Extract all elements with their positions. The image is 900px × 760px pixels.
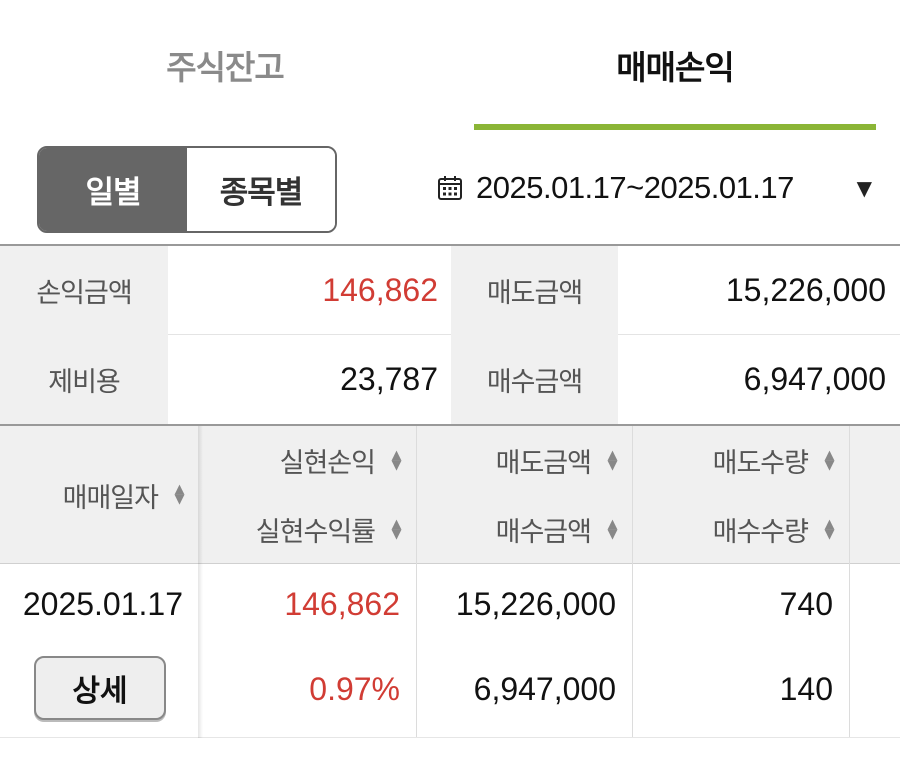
header-trade-date-label: 매매일자 <box>62 482 159 514</box>
top-tabs: 주식잔고 매매손익 <box>0 0 900 130</box>
header-buy-amount[interactable]: 매수금액 ▲ ▼ <box>417 495 619 564</box>
cell-sell-qty: 740 <box>779 585 833 622</box>
cell-realized-return: 0.97% <box>309 670 400 707</box>
header-sell-amount[interactable]: 매도금액 ▲ ▼ <box>417 426 619 495</box>
table-header: 매매일자 ▲ ▼ 실현손익 ▲ ▼ 실현수익률 ▲ ▼ 매도금액 ▲ ▼ 매수금액 ▲ ▼… <box>0 426 900 564</box>
header-sell-qty[interactable]: 매도수량 ▲ ▼ <box>633 426 836 495</box>
caret-down-icon[interactable]: ▼ <box>857 176 872 200</box>
date-range-selector[interactable]: 2025.01.17~2025.01.17 ▼ <box>436 160 886 216</box>
detail-button[interactable]: 상세 <box>34 656 166 720</box>
by-stock-toggle-button[interactable]: 종목별 <box>187 148 335 231</box>
cell-realized-pnl: 146,862 <box>284 585 400 622</box>
sort-icon: ▲ ▼ <box>391 447 402 473</box>
header-trade-date[interactable]: 매매일자 ▲ ▼ <box>0 426 186 564</box>
fees-value: 23,787 <box>340 361 438 397</box>
sell-amount-value: 15,226,000 <box>725 272 886 308</box>
header-realized-return[interactable]: 실현수익률 ▲ ▼ <box>203 495 403 564</box>
header-sell-amount-label: 매도금액 <box>495 448 592 479</box>
active-tab-indicator <box>474 124 876 130</box>
cell-sell-amount: 15,226,000 <box>455 585 616 622</box>
summary-panel: 손익금액 146,862 매도금액 15,226,000 제비용 23,787 … <box>0 244 900 424</box>
header-realized-return-label: 실현수익률 <box>255 517 376 548</box>
daily-toggle-button[interactable]: 일별 <box>39 148 187 231</box>
header-realized-pnl-label: 실현손익 <box>279 448 376 479</box>
summary-row: 손익금액 146,862 매도금액 15,226,000 <box>0 246 900 335</box>
frozen-column-shadow <box>198 426 203 738</box>
buy-amount-label: 매수금액 <box>451 335 618 424</box>
sort-icon: ▲ ▼ <box>824 447 835 473</box>
cell-buy-amount: 6,947,000 <box>473 670 616 707</box>
header-realized-pnl[interactable]: 실현손익 ▲ ▼ <box>203 426 403 495</box>
view-toggle: 일별 종목별 <box>37 146 337 233</box>
tab-trade-pnl[interactable]: 매매손익 <box>474 0 876 130</box>
sell-amount-label: 매도금액 <box>451 246 618 335</box>
buy-amount-value: 6,947,000 <box>743 361 886 397</box>
trade-table: 매매일자 ▲ ▼ 실현손익 ▲ ▼ 실현수익률 ▲ ▼ 매도금액 ▲ ▼ 매수금액 ▲ ▼… <box>0 424 900 738</box>
cell-trade-date: 2025.01.17 <box>22 585 183 622</box>
sort-icon: ▲ ▼ <box>391 516 402 542</box>
summary-row: 제비용 23,787 매수금액 6,947,000 <box>0 335 900 424</box>
cell-buy-qty: 140 <box>779 670 833 707</box>
pnl-value: 146,862 <box>322 272 438 308</box>
header-buy-qty-label: 매수수량 <box>712 517 809 548</box>
header-buy-qty[interactable]: 매수수량 ▲ ▼ <box>633 495 836 564</box>
sort-icon: ▲ ▼ <box>607 516 618 542</box>
tab-stock-balance[interactable]: 주식잔고 <box>0 0 450 130</box>
pnl-label: 손익금액 <box>0 246 168 335</box>
calendar-icon <box>438 176 462 200</box>
sort-icon: ▲ ▼ <box>174 482 185 507</box>
header-buy-amount-label: 매수금액 <box>495 517 592 548</box>
date-range-text: 2025.01.17~2025.01.17 <box>476 170 794 205</box>
sort-icon: ▲ ▼ <box>824 516 835 542</box>
sort-icon: ▲ ▼ <box>607 447 618 473</box>
fees-label: 제비용 <box>0 335 168 424</box>
table-row: 2025.01.17 상세 146,862 0.97% 15,226,000 6… <box>0 564 900 738</box>
header-sell-qty-label: 매도수량 <box>712 448 809 479</box>
